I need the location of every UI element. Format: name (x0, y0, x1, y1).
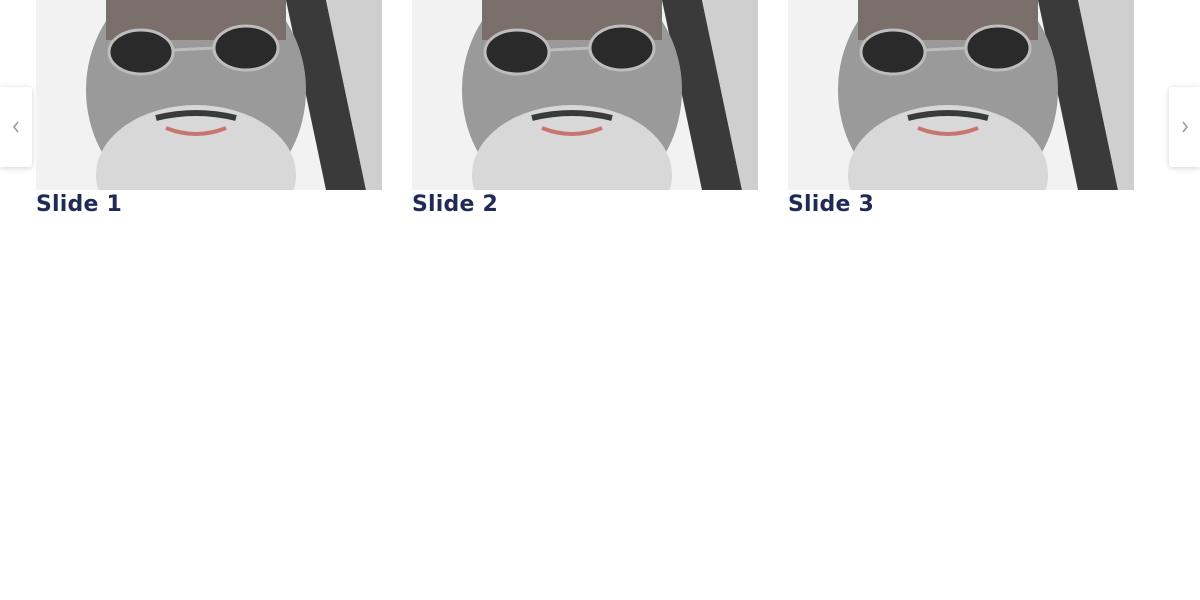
previous-slide-button[interactable] (0, 87, 32, 167)
slide-carousel: Slide 1 Slide 2 Slide 3 (0, 0, 1200, 600)
chevron-left-icon (12, 121, 19, 133)
next-slide-button[interactable] (1169, 87, 1200, 167)
slide-image (412, 0, 758, 190)
chevron-right-icon (1181, 121, 1188, 133)
slide-title: Slide 2 (412, 192, 498, 217)
slide-image (36, 0, 382, 190)
slide-card[interactable]: Slide 2 (412, 0, 758, 219)
slide-title: Slide 1 (36, 192, 122, 217)
slide-card[interactable]: Slide 1 (36, 0, 382, 219)
slide-image (788, 0, 1134, 190)
slide-title: Slide 3 (788, 192, 874, 217)
slides-track: Slide 1 Slide 2 Slide 3 (36, 0, 1134, 219)
slide-card[interactable]: Slide 3 (788, 0, 1134, 219)
